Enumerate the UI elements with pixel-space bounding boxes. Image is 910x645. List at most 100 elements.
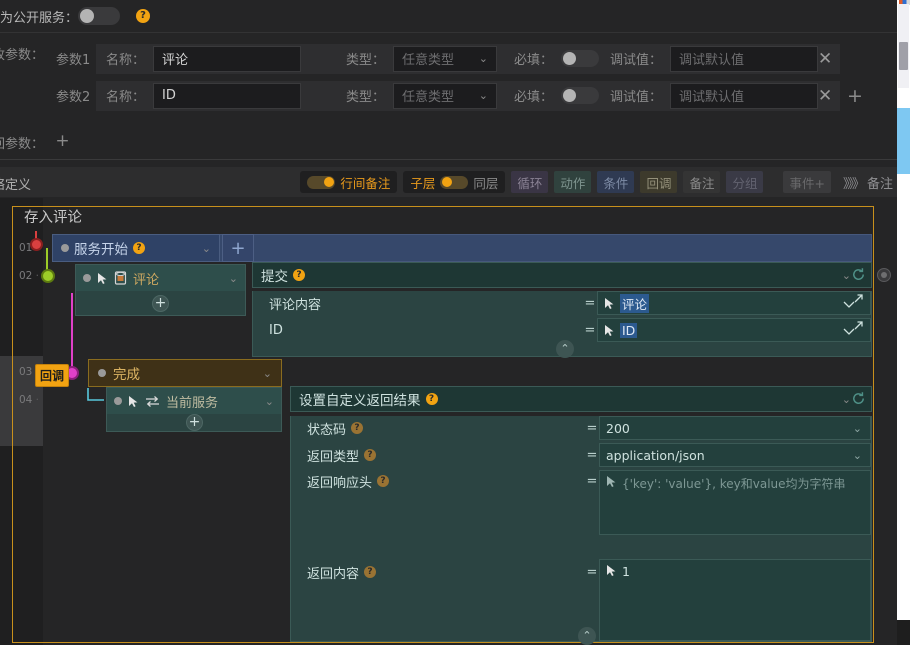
return-field-2-value[interactable]: {'key': 'value'}, key和value均为字符串: [599, 470, 871, 535]
toolbar-button-condition[interactable]: 条件: [597, 171, 635, 193]
node-service-start-row: 服务开始 ? ⌄ +: [52, 234, 872, 263]
param-2-type-label: 类型：: [346, 90, 386, 105]
chevron-down-icon[interactable]: ⌄: [853, 422, 862, 435]
param-2-required-group: 必填：: [504, 80, 600, 111]
return-field-1-name-wrap: 返回类型 ?: [291, 443, 585, 467]
page-scrollbar-thumb[interactable]: [899, 42, 908, 70]
submit-panel-collapse-button[interactable]: ⌃: [556, 340, 574, 358]
chevron-down-icon[interactable]: ⌄: [265, 395, 274, 408]
param-2-required-toggle[interactable]: [561, 87, 600, 104]
refresh-icon[interactable]: [851, 267, 866, 282]
param-1-debug-input[interactable]: 调试默认值: [670, 45, 819, 72]
param-2-remove-button[interactable]: ✕: [812, 86, 838, 106]
return-panel-collapse-button[interactable]: ⌃: [578, 627, 596, 645]
toolbar-button-memo[interactable]: 备注: [683, 171, 721, 193]
return-field-3-name: 返回内容: [307, 566, 360, 582]
return-field-3-value[interactable]: 1: [599, 559, 871, 641]
browser-right-gutter: [897, 0, 910, 645]
node-complete[interactable]: 完成 ⌄: [88, 359, 282, 387]
memo-panel-button[interactable]: 》》》 备注: [843, 173, 893, 192]
return-field-2-name: 返回响应头: [307, 475, 373, 491]
submit-panel-help-icon[interactable]: ?: [293, 269, 305, 281]
toolbar-button-group[interactable]: 分组: [726, 171, 764, 193]
public-service-help-icon[interactable]: ?: [136, 9, 151, 23]
node-handle-dot[interactable]: [114, 397, 122, 405]
chevron-down-icon[interactable]: ⌄: [202, 242, 211, 255]
param-2-debug-input[interactable]: 调试默认值: [670, 82, 819, 109]
toolbar-button-action[interactable]: 动作: [554, 171, 592, 193]
chevron-down-icon[interactable]: ⌄: [229, 272, 238, 285]
page-bottom-strip: [897, 620, 910, 645]
return-param-add-button[interactable]: +: [54, 132, 71, 151]
return-field-3-help-icon[interactable]: ?: [364, 566, 377, 578]
param-add-button[interactable]: +: [843, 85, 867, 107]
divider-toolbar: [0, 159, 897, 160]
submit-panel-body: 评论内容 = 评论 ID = ID ⌃: [252, 291, 872, 358]
layer-toggle[interactable]: 子层 同层: [403, 171, 506, 193]
param-1-debug-group: 调试值： 调试默认值: [600, 43, 840, 74]
return-panel-header[interactable]: 设置自定义返回结果 ? ⌄: [290, 386, 872, 412]
node-comment-db-label: 评论: [133, 272, 160, 288]
samelayer-label: 同层: [473, 175, 499, 191]
param-1-name-input[interactable]: 评论: [153, 45, 302, 72]
return-field-3-eq: =: [586, 564, 598, 580]
current-service-add-button[interactable]: +: [186, 414, 203, 431]
param-2-name-input[interactable]: ID: [153, 82, 302, 109]
cursor-pointer-icon: [605, 297, 614, 309]
submit-field-row: 评论内容 = 评论: [253, 291, 871, 315]
submit-field-1-token: ID: [620, 322, 638, 338]
refresh-icon[interactable]: [851, 391, 866, 406]
return-field-0-name-wrap: 状态码 ?: [291, 416, 585, 440]
param-2-type-select[interactable]: 任意类型 ⌄: [393, 82, 498, 109]
node-handle-dot[interactable]: [98, 369, 106, 377]
return-field-2-placeholder: {'key': 'value'}, key和value均为字符串: [622, 477, 846, 491]
return-params-row: 回参数： +: [0, 125, 897, 159]
service-start-help-icon[interactable]: ?: [133, 242, 145, 254]
return-panel-help-icon[interactable]: ?: [425, 393, 438, 405]
chevron-down-icon[interactable]: ⌄: [853, 449, 862, 462]
submit-field-0-value[interactable]: 评论: [597, 291, 871, 315]
service-start-add-button[interactable]: +: [222, 234, 254, 262]
chevron-down-icon[interactable]: ⌄: [842, 269, 851, 282]
return-field-1-help-icon[interactable]: ?: [364, 449, 377, 461]
node-comment-db[interactable]: 评论 ⌄: [76, 265, 245, 291]
return-field-row: 返回类型 ? = application/json ⌄: [291, 443, 871, 467]
node-current-service[interactable]: 当前服务 ⌄: [107, 388, 281, 414]
start-endpoint-dot[interactable]: [30, 238, 43, 251]
return-field-2-help-icon[interactable]: ?: [377, 475, 390, 487]
public-service-toggle[interactable]: [78, 7, 121, 25]
expand-field-icon[interactable]: [842, 321, 866, 341]
submit-field-1-value[interactable]: ID: [597, 318, 871, 342]
inline-memo-switch: [307, 175, 336, 189]
expand-field-icon[interactable]: [842, 294, 866, 314]
return-field-0-value[interactable]: 200 ⌄: [599, 416, 871, 440]
param-1-remove-button[interactable]: ✕: [812, 49, 838, 69]
page-scrollbar-track[interactable]: [898, 4, 909, 88]
param-row-2: 参数2 名称： ID 类型： 任意类型 ⌄ 必填： 调试值： 调试默认值 ✕ +: [0, 77, 897, 114]
return-field-2-name-wrap: 返回响应头 ?: [291, 470, 585, 492]
toolbar-button-callback[interactable]: 回调: [640, 171, 678, 193]
node-service-start[interactable]: 服务开始 ? ⌄: [52, 234, 220, 262]
breakpoint-marker[interactable]: [877, 268, 891, 282]
toggle-knob: [80, 9, 95, 23]
toolbar-button-event-add[interactable]: 事件+: [783, 171, 831, 193]
comment-node-add-button[interactable]: +: [152, 295, 169, 312]
inline-memo-toggle[interactable]: 行间备注: [300, 171, 398, 193]
branch-endpoint-dot[interactable]: [41, 269, 55, 283]
param-2-name-group: 名称： ID: [96, 80, 336, 111]
submit-panel-header[interactable]: 提交 ? ⌄: [252, 262, 872, 288]
chevron-down-icon[interactable]: ⌄: [842, 393, 851, 406]
return-field-0-help-icon[interactable]: ?: [351, 422, 364, 434]
toolbar-button-loop[interactable]: 循环: [511, 171, 549, 193]
callback-badge[interactable]: 回调: [35, 364, 70, 387]
flow-toolbar: 络定义 行间备注 子层 同层 循环 动作 条件 回调 备注 分组 事件+ 》》》…: [0, 167, 897, 197]
param-1-name-group: 名称： 评论: [96, 43, 336, 74]
param-1-type-select[interactable]: 任意类型 ⌄: [393, 45, 498, 72]
param-1-required-toggle[interactable]: [561, 50, 600, 67]
return-field-row: 返回响应头 ? = {'key': 'value'}, key和value均为字…: [291, 470, 871, 535]
return-field-1-value[interactable]: application/json ⌄: [599, 443, 871, 467]
node-handle-dot[interactable]: [61, 244, 69, 252]
node-handle-dot[interactable]: [83, 274, 91, 282]
toggle-knob: [563, 89, 577, 102]
chevron-down-icon[interactable]: ⌄: [263, 367, 272, 380]
